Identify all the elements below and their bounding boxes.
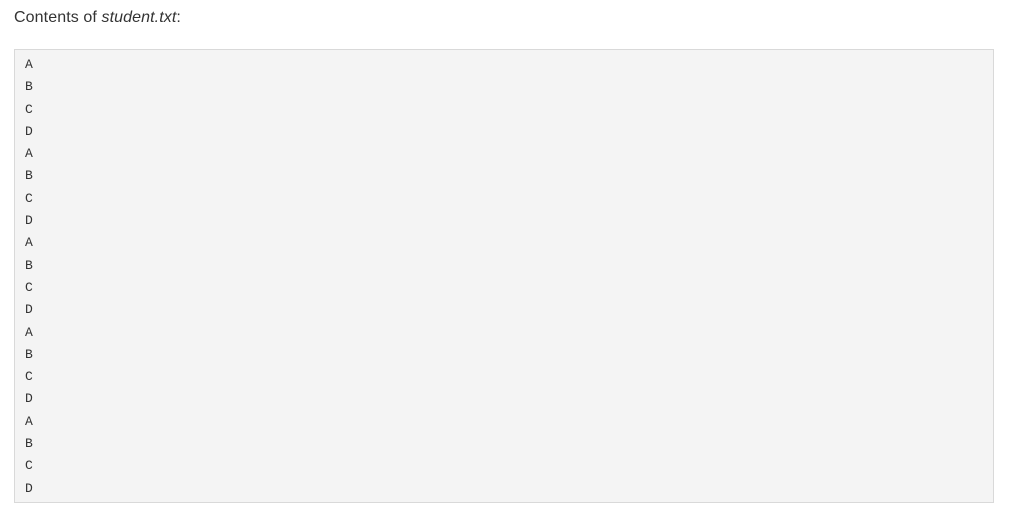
file-line: B [25,346,33,362]
file-line: D [25,391,33,407]
file-line: A [25,57,33,72]
file-line: B [25,436,33,452]
heading-suffix: : [176,9,181,26]
file-line: C [25,279,33,295]
file-line: B [25,79,33,95]
file-line: C [25,190,33,206]
file-contents-box: ABCDABCDABCDABCDABCD [14,49,994,503]
heading-prefix: Contents of [14,9,102,26]
file-line: B [25,168,33,184]
file-line: C [25,101,33,117]
file-line: A [25,235,33,251]
file-line: C [25,458,33,474]
file-line: A [25,413,33,429]
file-line: A [25,146,33,162]
file-line: D [25,480,33,496]
filename: student.txt [101,9,177,26]
file-contents-heading: Contents of student.txt: [14,9,181,27]
file-line: C [25,369,33,385]
file-line: D [25,213,33,229]
file-line: D [25,123,33,139]
file-line: A [25,324,33,340]
file-line: B [25,257,33,273]
file-line: D [25,302,33,318]
